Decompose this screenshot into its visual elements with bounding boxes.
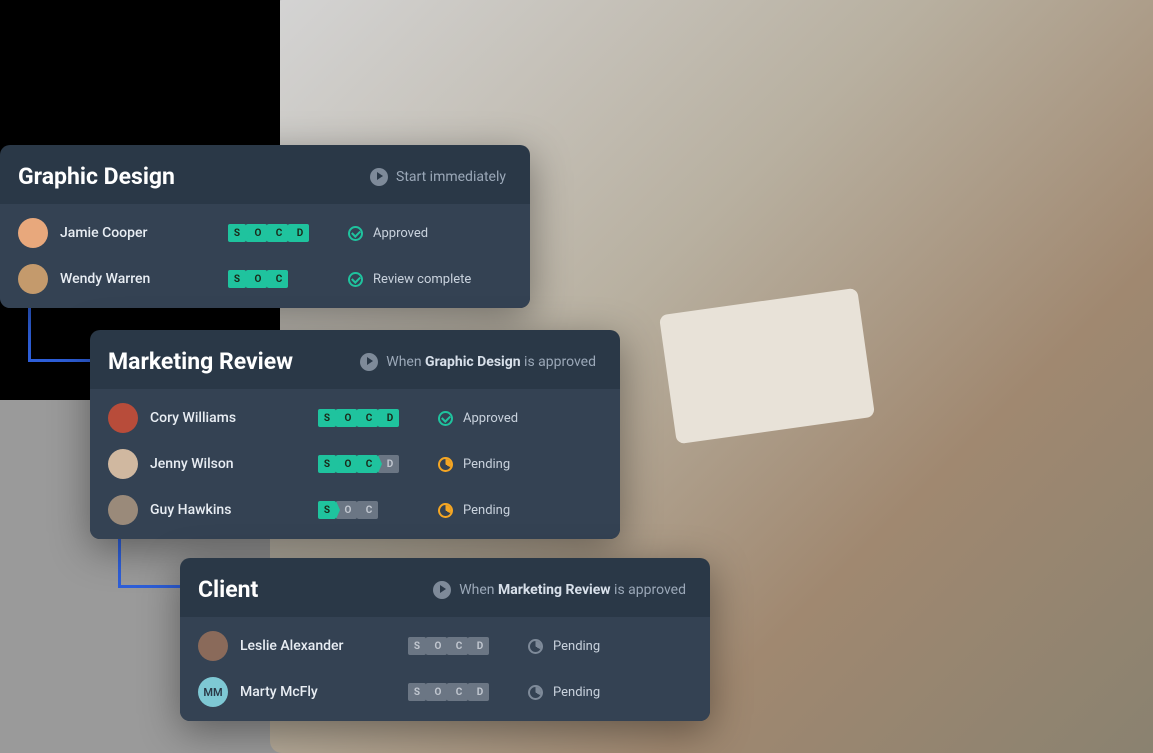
stage-segment: S <box>318 455 336 473</box>
user-name: Jenny Wilson <box>150 456 234 472</box>
play-icon <box>433 581 451 599</box>
pending-icon <box>438 457 453 472</box>
reviewer-row[interactable]: Wendy Warren SOC Review complete <box>0 256 530 302</box>
user-name: Cory Williams <box>150 410 236 426</box>
avatar <box>198 631 228 661</box>
card-title: Client <box>198 576 258 603</box>
status-cell: Approved <box>438 411 518 426</box>
card-header: Graphic Design Start immediately <box>0 145 530 204</box>
status-cell: Pending <box>528 685 600 700</box>
status-text: Review complete <box>373 272 471 287</box>
avatar <box>108 403 138 433</box>
user-cell: Leslie Alexander <box>198 631 408 661</box>
stage-pill: SOC <box>318 501 438 519</box>
card-title: Marketing Review <box>108 348 293 375</box>
stage-segment: S <box>408 637 426 655</box>
status-cell: Approved <box>348 226 428 241</box>
pending-icon <box>438 503 453 518</box>
user-cell: Jenny Wilson <box>108 449 318 479</box>
play-icon <box>370 168 388 186</box>
status-text: Approved <box>463 411 518 426</box>
stage-pill: SOCD <box>318 455 438 473</box>
user-name: Wendy Warren <box>60 271 150 287</box>
trigger-text: Start immediately <box>396 169 506 185</box>
card-header: Client When Marketing Review is approved <box>180 558 710 617</box>
status-cell: Pending <box>438 457 510 472</box>
user-cell: Cory Williams <box>108 403 318 433</box>
pending-icon <box>528 685 543 700</box>
status-text: Approved <box>373 226 428 241</box>
workflow-card: Client When Marketing Review is approved L… <box>180 558 710 721</box>
check-circle-icon <box>348 226 363 241</box>
user-name: Jamie Cooper <box>60 225 147 241</box>
avatar <box>108 449 138 479</box>
card-body: Cory Williams SOCD Approved Jenny Wilson SOC… <box>90 389 620 539</box>
status-text: Pending <box>553 639 600 654</box>
check-circle-icon <box>348 272 363 287</box>
reviewer-row[interactable]: Leslie Alexander SOCD Pending <box>180 623 710 669</box>
user-cell: Guy Hawkins <box>108 495 318 525</box>
status-text: Pending <box>553 685 600 700</box>
reviewer-row[interactable]: Jamie Cooper SOCD Approved <box>0 210 530 256</box>
workflow-card: Marketing Review When Graphic Design is a… <box>90 330 620 539</box>
stage-segment: S <box>228 270 246 288</box>
avatar: MM <box>198 677 228 707</box>
play-icon <box>360 353 378 371</box>
stage-segment: S <box>318 501 336 519</box>
stage-segment: S <box>408 683 426 701</box>
user-name: Guy Hawkins <box>150 502 231 518</box>
reviewer-row[interactable]: Jenny Wilson SOCD Pending <box>90 441 620 487</box>
stage-pill: SOCD <box>408 637 528 655</box>
user-cell: MM Marty McFly <box>198 677 408 707</box>
user-cell: Jamie Cooper <box>18 218 228 248</box>
status-cell: Review complete <box>348 272 471 287</box>
status-text: Pending <box>463 457 510 472</box>
card-trigger: Start immediately <box>370 168 506 186</box>
reviewer-row[interactable]: Cory Williams SOCD Approved <box>90 395 620 441</box>
connector-line <box>28 300 98 362</box>
status-cell: Pending <box>528 639 600 654</box>
stage-pill: SOC <box>228 270 348 288</box>
card-header: Marketing Review When Graphic Design is a… <box>90 330 620 389</box>
check-circle-icon <box>438 411 453 426</box>
stage-pill: SOCD <box>318 409 438 427</box>
user-name: Leslie Alexander <box>240 638 343 654</box>
card-title: Graphic Design <box>18 163 175 190</box>
reviewer-row[interactable]: MM Marty McFly SOCD Pending <box>180 669 710 715</box>
reviewer-row[interactable]: Guy Hawkins SOC Pending <box>90 487 620 533</box>
trigger-text: When Graphic Design is approved <box>386 354 596 370</box>
user-cell: Wendy Warren <box>18 264 228 294</box>
stage-segment: S <box>318 409 336 427</box>
pending-icon <box>528 639 543 654</box>
trigger-text: When Marketing Review is approved <box>459 582 686 598</box>
avatar <box>18 218 48 248</box>
card-body: Leslie Alexander SOCD Pending MM Marty McFly… <box>180 617 710 721</box>
avatar <box>108 495 138 525</box>
stage-pill: SOCD <box>228 224 348 242</box>
user-name: Marty McFly <box>240 684 318 700</box>
stage-segment: S <box>228 224 246 242</box>
status-cell: Pending <box>438 503 510 518</box>
card-trigger: When Graphic Design is approved <box>360 353 596 371</box>
workflow-card: Graphic Design Start immediately Jamie Coo… <box>0 145 530 308</box>
status-text: Pending <box>463 503 510 518</box>
stage-pill: SOCD <box>408 683 528 701</box>
avatar <box>18 264 48 294</box>
card-body: Jamie Cooper SOCD Approved Wendy Warren SOC R… <box>0 204 530 308</box>
card-trigger: When Marketing Review is approved <box>433 581 686 599</box>
